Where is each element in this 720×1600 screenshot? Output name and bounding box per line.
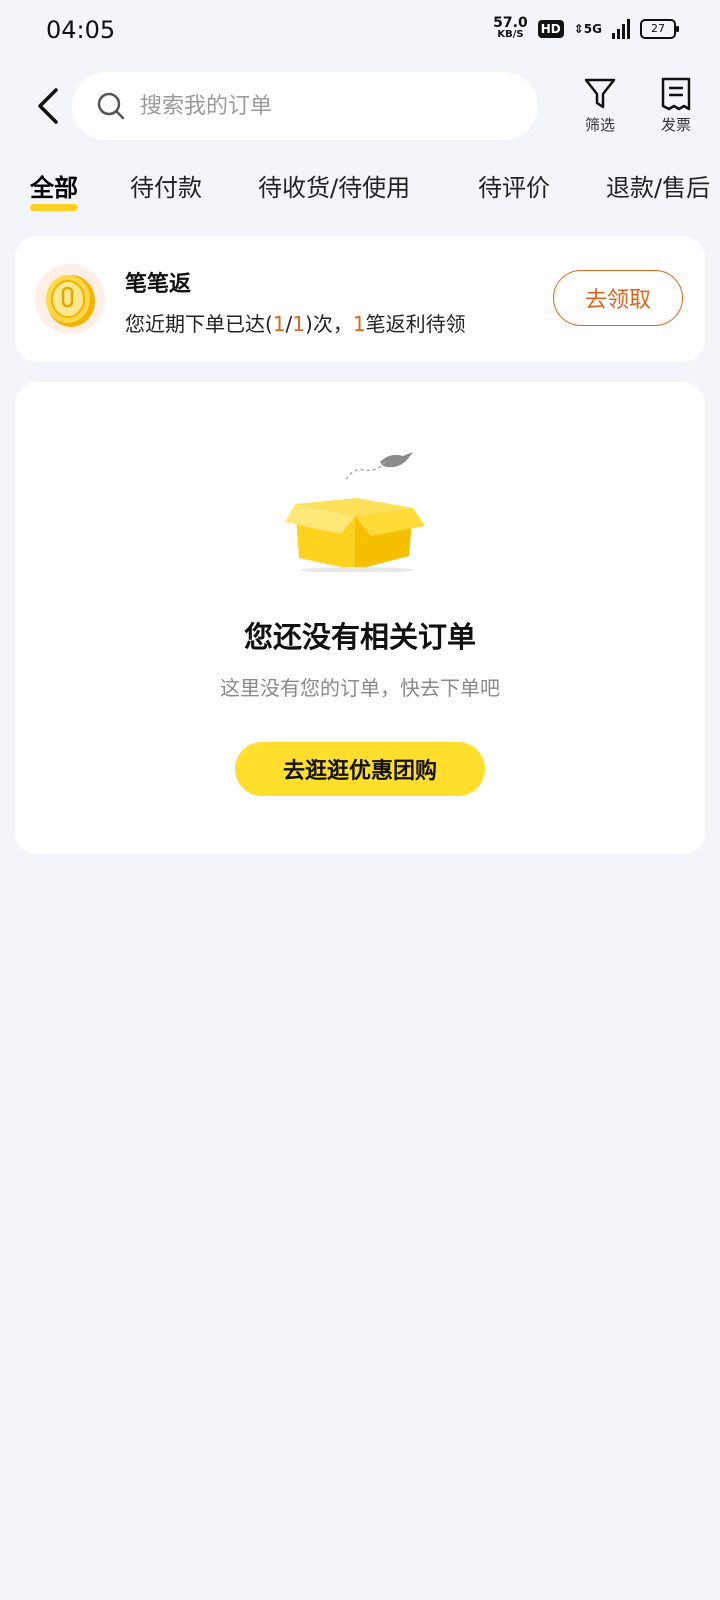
reward-pending-count: 1 [352, 312, 366, 336]
tab-all[interactable]: 全部 [30, 168, 78, 203]
network-type-label: 5G [583, 22, 602, 36]
reward-card: 笔笔返 您近期下单已达(1/1)次，1笔返利待领 去领取 [15, 236, 705, 362]
status-icons: 57.0 KB/S HD ⇕5G 27 [493, 15, 679, 40]
back-button[interactable] [30, 84, 66, 128]
tab-pending-review[interactable]: 待评价 [478, 168, 550, 203]
empty-box-illustration [285, 452, 425, 572]
reward-count-total: 1 [292, 312, 306, 336]
empty-title: 您还没有相关订单 [243, 620, 476, 654]
order-tabs: 全部 待付款 待收货/待使用 待评价 退款/售后 [0, 164, 720, 220]
chevron-left-icon [38, 88, 58, 124]
invoice-icon [661, 77, 691, 111]
empty-state-card: 您还没有相关订单 这里没有您的订单，快去下单吧 去逛逛优惠团购 [15, 382, 705, 854]
reward-description: 您近期下单已达(1/1)次，1笔返利待领 [125, 308, 466, 337]
header: 筛选 发票 [0, 70, 720, 142]
network-speed-value: 57.0 [493, 15, 528, 31]
coin-icon [35, 264, 105, 334]
reward-desc-prefix: 您近期下单已达( [125, 312, 273, 336]
search-bar[interactable] [72, 72, 538, 140]
status-bar: 04:05 57.0 KB/S HD ⇕5G 27 [0, 0, 720, 64]
reward-desc-suffix: 笔返利待领 [365, 312, 466, 336]
active-tab-indicator [30, 204, 78, 211]
invoice-button[interactable]: 发票 [646, 76, 706, 135]
status-time: 04:05 [46, 16, 116, 44]
search-input[interactable] [138, 92, 522, 120]
battery-level: 27 [651, 22, 665, 35]
empty-subtitle: 这里没有您的订单，快去下单吧 [220, 676, 500, 700]
network-speed: 57.0 KB/S [493, 15, 528, 40]
hd-icon: HD [537, 20, 564, 38]
signal-icon [612, 19, 630, 39]
tab-pending-receipt[interactable]: 待收货/待使用 [258, 168, 410, 203]
filter-button[interactable]: 筛选 [570, 76, 630, 135]
claim-button[interactable]: 去领取 [553, 270, 683, 326]
network-type: ⇕5G [573, 22, 602, 36]
tab-refund[interactable]: 退款/售后 [606, 168, 710, 203]
reward-count-current: 1 [272, 312, 286, 336]
search-icon [97, 92, 125, 120]
browse-deals-button[interactable]: 去逛逛优惠团购 [235, 742, 485, 796]
battery-icon: 27 [640, 19, 679, 39]
network-speed-unit: KB/S [497, 29, 524, 40]
filter-icon [584, 78, 616, 109]
invoice-label: 发票 [660, 116, 691, 134]
reward-title: 笔笔返 [125, 272, 192, 297]
filter-label: 筛选 [584, 116, 615, 134]
reward-desc-mid: )次， [305, 312, 353, 336]
tab-pending-payment[interactable]: 待付款 [130, 168, 202, 203]
